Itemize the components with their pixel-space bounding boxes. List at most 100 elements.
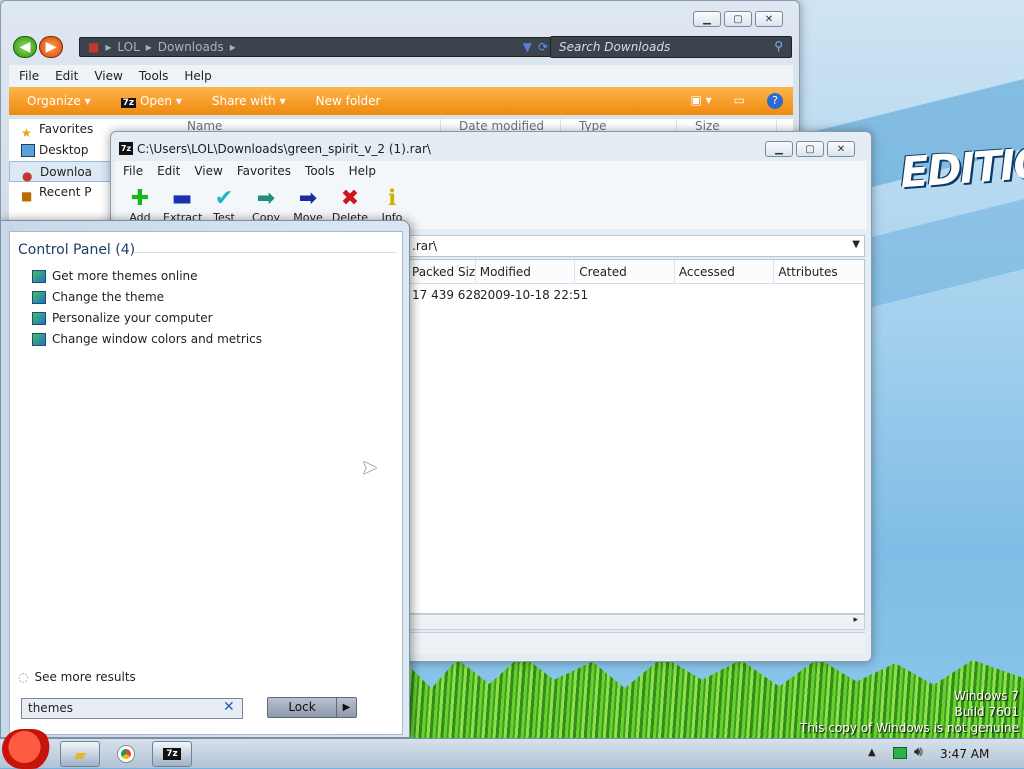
minus-icon: ▬ [171,186,193,211]
organize-label: Organize [27,94,81,108]
nav-label: Favorites [39,122,94,136]
menu-file[interactable]: File [19,69,39,83]
column-header-created[interactable]: Created [575,260,675,283]
explorer-folder-icon: ▰ [73,744,87,764]
search-result-item[interactable]: Change window colors and metrics [32,329,262,349]
control-panel-icon [32,311,46,325]
share-label: Share with [211,94,276,108]
clear-search-icon[interactable]: ✕ [223,699,235,715]
folder-icon: ■ [88,40,100,54]
7zip-column-headers: Packed Size Modified Created Accessed At… [408,260,864,284]
horizontal-scrollbar[interactable]: ▸ [407,614,865,630]
view-options-icon[interactable]: ▣ ▾ [690,93,711,109]
7zip-file-list: Packed Size Modified Created Accessed At… [407,259,865,614]
created-cell [576,288,675,306]
new-folder-button[interactable]: New folder [316,94,381,108]
open-label: Open [139,94,173,108]
7zip-app-icon: 7z [119,142,133,155]
menu-file[interactable]: File [123,164,143,178]
group-divider [134,252,396,253]
breadcrumb-separator-icon: ▸ [229,40,236,54]
lock-button[interactable]: Lock ▶ [267,697,357,718]
start-menu-results-panel: Control Panel (4) Get more themes online… [9,231,403,735]
control-panel-icon [32,332,46,346]
control-panel-icon [32,290,46,304]
explorer-window-controls: ▁ ▢ ✕ [693,11,783,27]
table-row[interactable]: 17 439 628 2009-10-18 22:51 [408,284,864,306]
taskbar-chrome-button[interactable] [106,741,146,767]
menu-edit[interactable]: Edit [157,164,180,178]
help-icon[interactable]: ? [767,93,783,109]
search-result-item[interactable]: Personalize your computer [32,308,213,328]
forward-button[interactable]: ▶ [39,36,63,58]
7zip-path-box[interactable]: .rar\ ▼ [407,235,865,257]
packed-size-cell: 17 439 628 [412,288,481,302]
close-button[interactable]: ✕ [755,11,783,27]
recent-places-icon: ■ [21,189,33,203]
column-header-accessed[interactable]: Accessed [675,260,775,283]
close-button[interactable]: ✕ [827,141,855,157]
taskbar-7zip-button[interactable]: 7z [152,741,192,767]
desktop-icon [21,144,35,157]
lock-options-arrow-icon[interactable]: ▶ [336,698,356,717]
copy-arrow-icon: ➡ [256,186,276,211]
result-label: Personalize your computer [52,311,213,325]
menu-tools[interactable]: Tools [139,69,169,83]
menu-help[interactable]: Help [349,164,376,178]
search-result-item[interactable]: Change the theme [32,287,164,307]
breadcrumb-item[interactable]: LOL [117,40,139,54]
maximize-button[interactable]: ▢ [796,141,824,157]
share-with-button[interactable]: Share with ▾ [212,94,286,108]
search-result-item[interactable]: Get more themes online [32,266,198,286]
taskbar-clock[interactable]: 3:47 AM [940,747,989,761]
start-search-input[interactable]: themes [21,698,243,719]
back-button[interactable]: ◀ [13,36,37,58]
menu-view[interactable]: View [194,164,222,178]
start-menu: Control Panel (4) Get more themes online… [0,220,410,738]
preview-pane-icon[interactable]: ▭ [734,93,745,109]
address-dropdown-icon[interactable]: ▼ [523,40,532,54]
7zip-window-controls: ▁ ▢ ✕ [765,141,855,157]
path-dropdown-icon[interactable]: ▼ [852,239,860,250]
search-icon[interactable]: ⚲ [774,39,783,53]
explorer-command-bar: Organize ▾ 7z Open ▾ Share with ▾ New fo… [9,87,793,115]
column-header-attributes[interactable]: Attributes [774,260,864,283]
taskbar-explorer-button[interactable]: ▰ [60,741,100,767]
minimize-button[interactable]: ▁ [693,11,721,27]
start-orb-angry-bird-icon[interactable] [2,729,52,769]
forward-arrow-icon: ▶ [45,39,57,55]
7zip-icon: 7z [163,748,181,760]
minimize-button[interactable]: ▁ [765,141,793,157]
search-placeholder: Search Downloads [559,40,671,54]
column-header-modified[interactable]: Modified [476,260,576,283]
address-bar[interactable]: ■ ▸ LOL ▸ Downloads ▸ ▼ ⟳ [79,37,557,57]
menu-favorites[interactable]: Favorites [237,164,291,178]
column-header-packed-size[interactable]: Packed Size [408,260,476,283]
modified-cell: 2009-10-18 22:51 [480,288,589,302]
7zip-status-bar [407,632,865,654]
menu-help[interactable]: Help [184,69,211,83]
scroll-right-icon[interactable]: ▸ [853,615,858,625]
delete-x-icon: ✖ [340,186,360,211]
mouse-cursor-icon: ➤ [361,455,378,479]
network-icon[interactable] [893,747,907,759]
control-panel-icon [32,269,46,283]
show-hidden-icons-button[interactable]: ▲ [868,747,876,758]
chrome-icon [118,746,134,762]
explorer-search-input[interactable]: Search Downloads ⚲ [550,36,792,58]
search-group-title[interactable]: Control Panel (4) [18,242,135,258]
breadcrumb-item[interactable]: Downloads [158,40,224,54]
refresh-icon[interactable]: ⟳ [538,40,548,54]
see-more-label: See more results [34,670,136,684]
open-button[interactable]: 7z Open ▾ [120,94,182,108]
watermark-line: Windows 7 [953,689,1019,703]
menu-edit[interactable]: Edit [55,69,78,83]
maximize-button[interactable]: ▢ [724,11,752,27]
downloads-icon: ● [22,169,33,183]
volume-icon[interactable]: 🔊︎ [914,744,923,760]
menu-tools[interactable]: Tools [305,164,335,178]
see-more-results-link[interactable]: ◌ See more results [18,670,136,684]
organize-button[interactable]: Organize ▾ [27,94,91,108]
menu-view[interactable]: View [94,69,122,83]
breadcrumb-separator-icon: ▸ [145,40,152,54]
